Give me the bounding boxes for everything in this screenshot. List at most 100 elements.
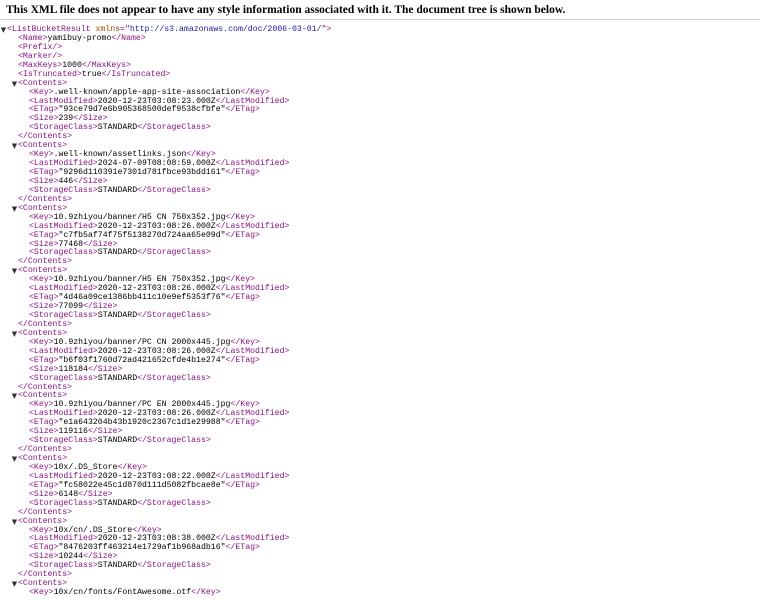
- xml-contents-close: </Contents>: [0, 132, 760, 142]
- close-tag: </Key>: [240, 87, 270, 97]
- empty-tag: <Prefix/>: [18, 42, 63, 52]
- close-tag: </Contents>: [18, 319, 73, 329]
- element-value: 2020-12-23T03:08:26.000Z: [97, 221, 216, 231]
- element-value: 119116: [58, 427, 88, 437]
- xml-element-storageclass: <StorageClass>STANDARD</StorageClass>: [0, 373, 760, 384]
- collapse-toggle-icon[interactable]: ▼: [11, 205, 18, 214]
- xml-contents-close: </Contents>: [0, 382, 760, 393]
- element-value: "fc58022e45c1d870d111d5082fbcae8e": [58, 480, 226, 490]
- attr-quote: ">: [321, 25, 332, 34]
- attr-value: http://s3.amazonaws.com/doc/2006-03-01/: [129, 25, 322, 34]
- element-value: .well-known/apple-app-site-association: [53, 87, 241, 97]
- collapse-toggle-icon[interactable]: ▼: [11, 80, 18, 89]
- close-tag: </StorageClass>: [137, 123, 211, 133]
- close-tag: </StorageClass>: [137, 436, 211, 446]
- close-tag: </LastModified>: [215, 471, 290, 481]
- close-tag: </ETag>: [225, 543, 260, 553]
- open-tag: <Contents>: [18, 516, 68, 526]
- open-tag: <LastModified>: [29, 159, 98, 169]
- attr-name: xmlns: [95, 25, 121, 34]
- close-tag: </LastModified>: [215, 221, 290, 231]
- open-tag: <Key>: [29, 150, 54, 160]
- close-tag: </Key>: [117, 462, 147, 472]
- open-tag: <LastModified>: [29, 471, 98, 481]
- close-tag: </StorageClass>: [137, 498, 211, 508]
- element-value: STANDARD: [97, 373, 138, 383]
- open-tag: <StorageClass>: [29, 561, 98, 571]
- element-value: 1000: [62, 60, 82, 70]
- xml-contents-close: </Contents>: [0, 445, 760, 455]
- open-tag: <Size>: [29, 302, 59, 312]
- collapse-toggle-icon[interactable]: ▼: [11, 580, 18, 589]
- xml-element-storageclass: <StorageClass>STANDARD</StorageClass>: [0, 185, 760, 196]
- element-value: 6148: [58, 489, 79, 499]
- xml-element-storageclass: <StorageClass>STANDARD</StorageClass>: [0, 123, 760, 133]
- open-tag: <Size>: [29, 364, 59, 374]
- element-value: "9296d110391e7301d781fbce93bdd161": [58, 168, 226, 177]
- close-tag: </ETag>: [225, 168, 260, 177]
- xml-tree: ▼ <ListBucketResult xmlns="http://s3.amaz…: [0, 25, 760, 598]
- open-tag: <Contents>: [18, 203, 68, 213]
- open-tag: <Key>: [29, 462, 54, 472]
- open-tag: <Contents>: [18, 78, 68, 88]
- collapse-toggle-icon[interactable]: ▼: [11, 330, 18, 339]
- close-tag: </Name>: [111, 33, 146, 43]
- close-tag: </Contents>: [18, 194, 73, 204]
- open-tag: <Size>: [29, 489, 59, 499]
- close-tag: </Key>: [230, 337, 260, 347]
- open-tag: <StorageClass>: [29, 123, 98, 133]
- open-tag: <StorageClass>: [29, 185, 98, 195]
- open-tag: <ETag>: [29, 355, 59, 365]
- open-tag: <LastModified>: [29, 221, 98, 231]
- close-tag: </Size>: [73, 176, 108, 186]
- open-tag: <ETag>: [29, 480, 59, 490]
- open-tag: <Name>: [18, 33, 48, 43]
- element-value: 2020-12-23T03:08:26.000Z: [97, 284, 216, 294]
- open-tag: <Contents>: [18, 141, 68, 151]
- close-tag: </ETag>: [225, 105, 260, 115]
- element-value: STANDARD: [97, 561, 138, 571]
- collapse-toggle-icon[interactable]: ▼: [11, 392, 18, 401]
- close-tag: </Contents>: [18, 257, 73, 267]
- element-value: STANDARD: [97, 248, 138, 258]
- open-tag: <Contents>: [18, 579, 68, 589]
- collapse-toggle-icon[interactable]: ▼: [0, 26, 7, 35]
- xml-contents-close: </Contents>: [0, 257, 760, 267]
- close-tag: </ETag>: [225, 355, 260, 365]
- open-tag: <Size>: [29, 176, 59, 186]
- open-tag: <LastModified>: [29, 284, 98, 294]
- open-tag: <Key>: [29, 275, 54, 285]
- collapse-toggle-icon[interactable]: ▼: [11, 518, 18, 527]
- xml-element-storageclass: <StorageClass>STANDARD</StorageClass>: [0, 311, 760, 321]
- open-tag: <ListBucketResult: [7, 25, 96, 34]
- element-value: STANDARD: [97, 311, 138, 320]
- open-tag: <Contents>: [18, 454, 68, 463]
- xml-element-storageclass: <StorageClass>STANDARD</StorageClass>: [0, 498, 760, 509]
- element-value: STANDARD: [97, 498, 138, 508]
- open-tag: <Size>: [29, 552, 59, 562]
- xml-element-key: <Key>10x/cn/fonts/FontAwesome.otf</Key>: [0, 588, 760, 598]
- element-value: 2020-12-23T03:08:26.000Z: [97, 346, 216, 356]
- open-tag: <ETag>: [29, 230, 59, 240]
- close-tag: </Contents>: [18, 570, 73, 580]
- xml-element-etag: <ETag>"9296d110391e7301d781fbce93bdd161"…: [0, 168, 760, 178]
- open-tag: <StorageClass>: [29, 436, 98, 446]
- collapse-toggle-icon[interactable]: ▼: [11, 455, 18, 464]
- close-tag: </MaxKeys>: [81, 60, 132, 70]
- xml-element-name: <Name>yamibuy-promo</Name>: [0, 33, 760, 44]
- xml-contents-close: </Contents>: [0, 319, 760, 330]
- element-value: 10.9zhiyou/banner/PC CN 2000x445.jpg: [53, 337, 231, 347]
- open-tag: <StorageClass>: [29, 373, 98, 383]
- open-tag: <Key>: [29, 87, 54, 97]
- xml-element-storageclass: <StorageClass>STANDARD</StorageClass>: [0, 436, 760, 446]
- collapse-toggle-icon[interactable]: ▼: [11, 267, 18, 276]
- close-tag: </LastModified>: [215, 409, 290, 419]
- close-tag: </StorageClass>: [137, 185, 211, 195]
- close-tag: </LastModified>: [215, 284, 290, 294]
- collapse-toggle-icon[interactable]: ▼: [11, 142, 18, 151]
- close-tag: </LastModified>: [215, 159, 290, 169]
- close-tag: </StorageClass>: [137, 561, 211, 571]
- open-tag: <Key>: [29, 588, 54, 598]
- close-tag: </Contents>: [18, 382, 73, 392]
- close-tag: </Size>: [87, 427, 123, 437]
